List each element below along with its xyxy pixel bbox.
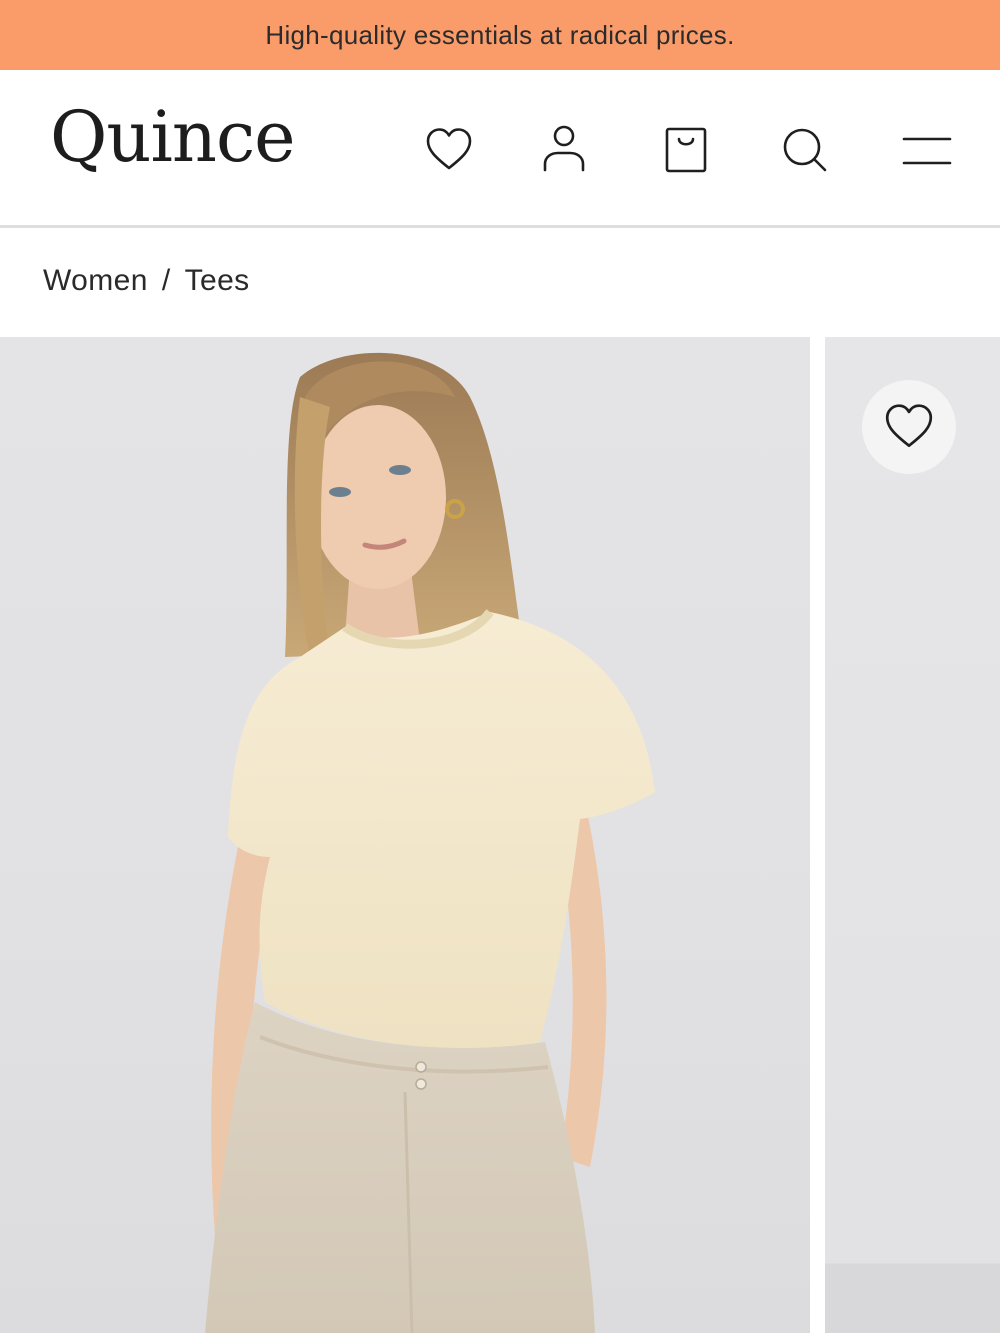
- shopping-bag-icon: [665, 127, 707, 173]
- product-image-main[interactable]: [0, 337, 810, 1333]
- breadcrumb-item-women[interactable]: Women: [43, 264, 148, 298]
- breadcrumb: Women / Tees: [43, 264, 250, 298]
- model-photo: [205, 352, 655, 1333]
- heart-icon: [885, 404, 933, 448]
- breadcrumb-item-tees[interactable]: Tees: [185, 264, 250, 298]
- account-button[interactable]: [534, 120, 594, 180]
- product-image-gallery[interactable]: [0, 337, 1000, 1333]
- menu-icon: [902, 137, 952, 165]
- promo-text: High-quality essentials at radical price…: [265, 19, 735, 50]
- user-icon: [543, 125, 585, 172]
- search-button[interactable]: [775, 120, 835, 180]
- site-header: Quince: [0, 70, 1000, 228]
- heart-icon: [426, 128, 472, 170]
- breadcrumb-separator: /: [161, 264, 171, 297]
- search-icon: [783, 128, 827, 172]
- product-image-next[interactable]: [825, 337, 1000, 1333]
- logo[interactable]: Quince: [50, 102, 296, 172]
- wishlist-button[interactable]: [419, 120, 479, 180]
- promo-banner: High-quality essentials at radical price…: [0, 0, 1000, 70]
- menu-button[interactable]: [897, 120, 957, 180]
- cart-button[interactable]: [656, 120, 716, 180]
- favorite-button[interactable]: [862, 380, 956, 474]
